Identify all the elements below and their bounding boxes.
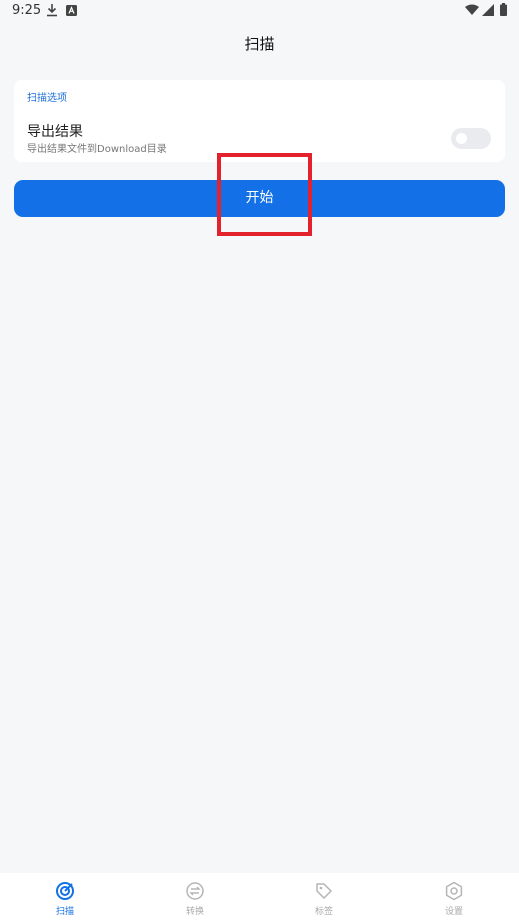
bottom-nav: 扫描 转换 标签 设置 xyxy=(0,873,519,922)
nav-item-tag[interactable]: 标签 xyxy=(294,881,354,917)
settings-icon xyxy=(445,881,463,901)
scan-options-card: 扫描选项 导出结果 导出结果文件到Download目录 xyxy=(14,80,505,162)
convert-icon xyxy=(186,882,204,900)
status-time: 9:25 xyxy=(12,3,42,18)
nav-item-scan[interactable]: 扫描 xyxy=(35,881,95,917)
card-header: 扫描选项 xyxy=(27,93,67,104)
scan-icon xyxy=(56,882,74,900)
export-result-toggle[interactable] xyxy=(451,128,491,149)
a-icon xyxy=(66,3,80,17)
export-result-description: 导出结果文件到Download目录 xyxy=(27,144,167,155)
nav-label: 转换 xyxy=(185,907,204,917)
scan-screen: 9:25 扫描 扫描选项 导出结果 导出结果文件到Download目录 开始 扫… xyxy=(0,0,519,922)
highlight-box xyxy=(217,153,312,236)
battery-icon xyxy=(500,3,514,17)
nav-item-convert[interactable]: 转换 xyxy=(165,881,225,917)
nav-label: 标签 xyxy=(314,907,333,917)
nav-label: 设置 xyxy=(444,907,463,917)
status-bar: 9:25 xyxy=(0,0,519,22)
download-icon xyxy=(46,3,60,17)
tag-icon xyxy=(316,883,332,899)
nav-label: 扫描 xyxy=(55,907,74,917)
signal-icon xyxy=(482,3,496,17)
nav-item-settings[interactable]: 设置 xyxy=(424,881,484,917)
page-title: 扫描 xyxy=(244,35,275,53)
wifi-icon xyxy=(465,3,479,17)
export-result-title: 导出结果 xyxy=(27,124,83,140)
toggle-knob xyxy=(456,133,467,144)
